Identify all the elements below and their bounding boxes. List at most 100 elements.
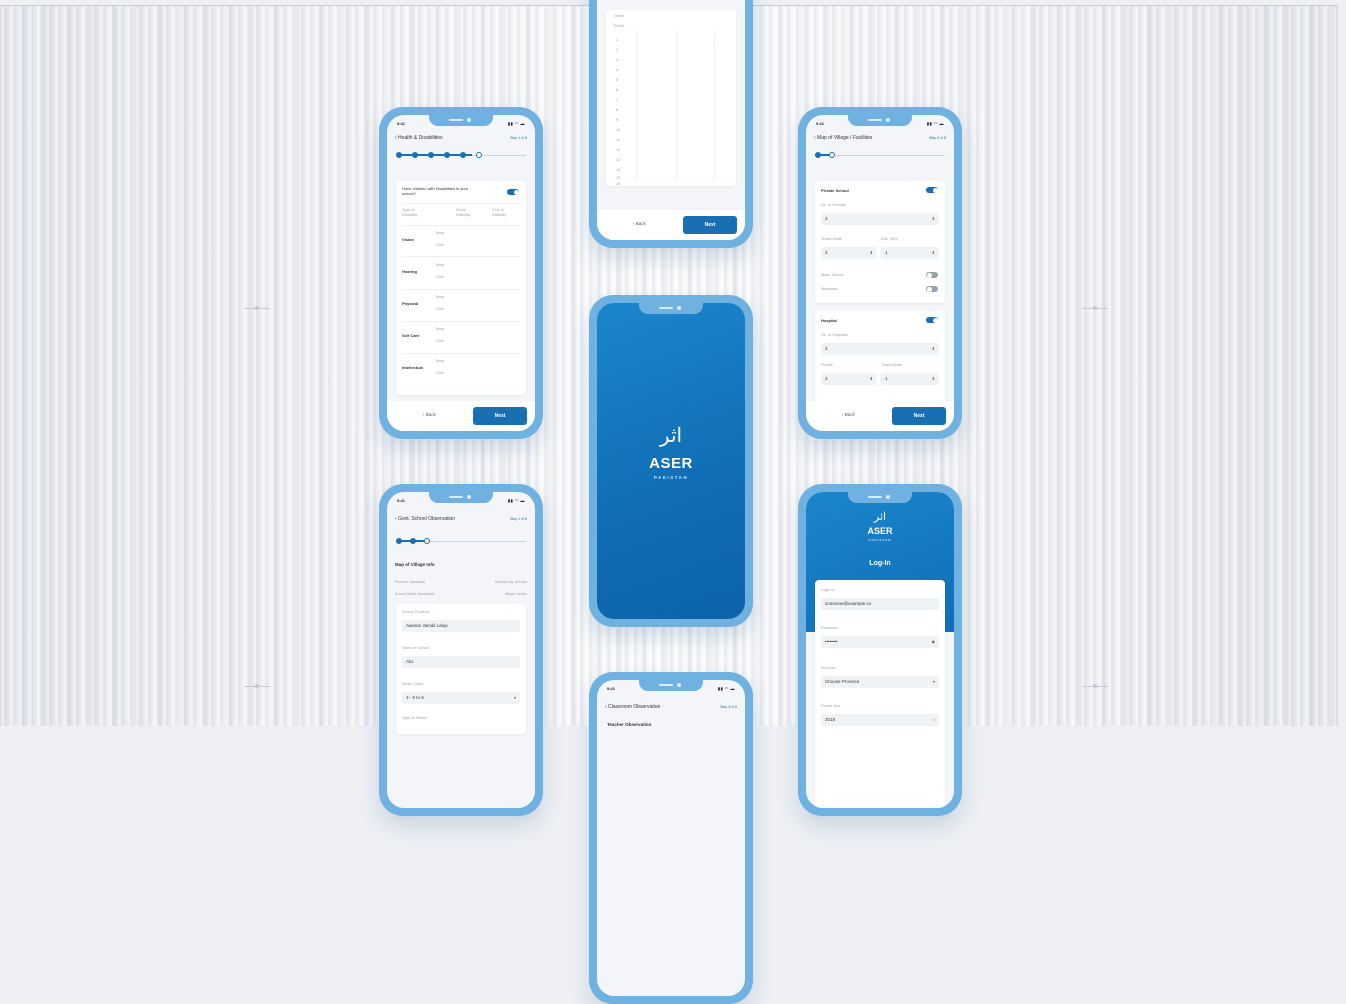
step-dot[interactable] [829,152,835,158]
stepper-icon: ⬍ [869,376,873,381]
progress-stepper [815,152,945,158]
period-select[interactable]: 2018 ○ [821,714,939,726]
table-row-13: 13 [616,158,621,162]
no-schools-field[interactable]: 3 ⬍ [821,213,939,225]
private-field[interactable]: 3 ⬍ [821,373,877,385]
row-separator [402,353,520,354]
decor-marker [1082,684,1108,688]
step-dot[interactable] [815,152,821,158]
password-input[interactable]: •••••••• ◉ [821,636,939,648]
sub-boys: Boys [436,327,445,331]
screen-header: ‹ Classroom Observation Step 3 of 8 [605,704,737,712]
column-divider [636,30,637,180]
phone-notch [639,680,703,691]
header-back-link[interactable]: ‹ Map of Village / Facilities [814,135,872,141]
table-row-3: 3 [616,58,619,62]
aser-urdu-logo: اثر [659,423,683,447]
table-row-14: 14 [616,168,621,172]
table-row-8: 8 [616,108,619,112]
header-back-link[interactable]: ‹ Govt. School Observation [395,516,455,522]
row-marker: - [718,38,720,42]
step-dot[interactable] [460,152,466,158]
map-screen: 9:41 ▮▮ ◠ ▬ ‹ Map of Village / Facilitie… [806,115,954,431]
madr-school-toggle[interactable] [926,272,938,278]
table-row-12: 12 [616,148,621,152]
madrassa-toggle[interactable] [926,286,938,292]
dist-label: Dist. (KM) [881,237,898,241]
decor-marker [1082,306,1108,310]
status-time: 9:41 [816,121,825,126]
sub-girls: Girls [436,243,444,247]
step-dot[interactable] [476,152,482,158]
login-title: Log-In [869,560,891,567]
next-button[interactable]: Next [683,216,737,234]
survey-province-field[interactable]: Awaran Jamali Lalup [402,620,520,632]
screen-header: ‹ Govt. School Observation Step 1 of 8 [395,516,527,524]
splash-screen: اثر ASER PAKISTAN [597,303,745,619]
school-name-label: Name of School [402,646,430,650]
eye-icon[interactable]: ◉ [932,639,936,644]
pakistan-label: PAKISTAN [653,475,689,480]
private-value: 3 [825,376,828,381]
category-vision: Vision [402,237,414,242]
step-dot[interactable] [396,152,402,158]
public-label: Public [614,24,625,28]
step-dot[interactable] [396,538,402,544]
header-back-link[interactable]: ‹ Classroom Observation [605,704,660,710]
table-row-1: 1 [616,38,619,42]
header-back-link[interactable]: ‹ Health & Disabilities [395,135,443,141]
back-button[interactable]: ‹ Back [842,412,855,417]
travel-mode-field-2[interactable]: 1 ⬍ [881,373,939,385]
category-self-care: Self Care [402,333,420,338]
phone-notch [429,115,493,126]
survey-province-value: Awaran Jamali Lalup [406,623,448,628]
sub-girls: Girls [436,275,444,279]
step-indicator: Step 1 of 8 [510,136,527,140]
calendar-icon: ○ [932,717,935,722]
table-card: Name Public - 1 2 3 4 5 6 7 8 9 10 11 12… [606,10,736,186]
no-hospitals-field[interactable]: 3 ⬍ [821,343,939,355]
login-id-input[interactable]: someone@example.co [821,598,939,610]
login-id-label: Login Id [821,588,835,592]
step-dot[interactable] [412,152,418,158]
step-dot[interactable] [428,152,434,158]
back-button[interactable]: ‹ Back [423,412,436,417]
table-row-16: 16 [616,182,621,186]
private-school-toggle[interactable] [926,187,938,193]
meta-village: Village: Saddar [504,592,527,596]
province-label: Province [821,666,836,670]
table-row-2: 2 [616,48,619,52]
meta-district: School District: Rawalpindi [395,592,435,596]
no-schools-value: 3 [825,216,828,221]
disability-toggle[interactable] [507,189,519,195]
decor-marker [244,684,270,688]
distance-field[interactable]: 1 ⬍ [881,247,939,259]
step-dot[interactable] [444,152,450,158]
school-name-field[interactable]: Abc [402,656,520,668]
province-select[interactable]: Choose Province ▾ [821,676,939,688]
next-button[interactable]: Next [892,407,946,425]
step-dot[interactable] [410,538,416,544]
status-time: 9:41 [397,498,406,503]
back-button[interactable]: ‹ Back [633,221,646,226]
category-intellectual: Intellectual [402,365,423,370]
row-separator [402,225,520,226]
table-screen: Name Public - 1 2 3 4 5 6 7 8 9 10 11 12… [597,0,745,240]
aser-logo: ASER [867,526,893,536]
row-separator [402,321,520,322]
row-separator [402,203,520,204]
step-indicator: Step 1 of 8 [510,517,527,521]
province-value: Choose Province [825,679,860,684]
status-icons: ▮▮ ◠ ▬ [507,121,525,126]
travel-mode-field[interactable]: 3 ⬍ [821,247,877,259]
which-class-select[interactable]: 3 - 5 to 6 ▾ [402,692,520,704]
button-bar: ‹ Back Next [387,401,535,431]
next-button[interactable]: Next [473,407,527,425]
hospital-toggle[interactable] [926,317,938,323]
stepper-icon: ⬍ [869,250,873,255]
chevron-down-icon: ▾ [932,679,935,684]
classroom-screen: 9:41 ▮▮ ◠ ▬ ‹ Classroom Observation Step… [597,680,745,996]
step-dot[interactable] [424,538,430,544]
travel-mode-label-2: Travel Mode [881,363,902,367]
col-some-header: Some Difficulty [456,208,471,217]
